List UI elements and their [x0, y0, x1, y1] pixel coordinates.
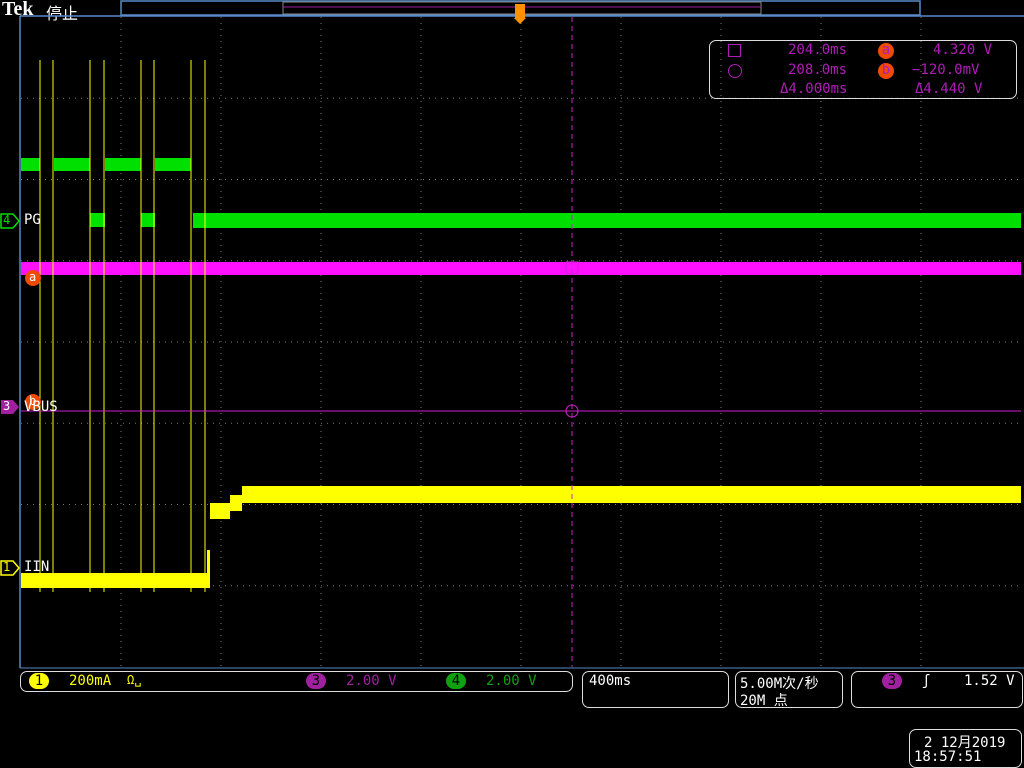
cursor-b-label: b — [29, 394, 37, 408]
ch1-label: IIN — [24, 559, 50, 575]
ch4-number: 4 — [3, 213, 11, 227]
cursor-b-voltage: −120.0mV — [912, 62, 980, 78]
time: 18:57:51 — [914, 749, 982, 765]
ch1-bandwidth-icon: Ω␣ — [127, 673, 142, 687]
ch1-badge[interactable]: 1 — [29, 673, 49, 689]
ch1-number: 1 — [3, 560, 11, 574]
timebase-panel[interactable]: 400ms — [582, 671, 729, 708]
ch1-trace — [21, 486, 1021, 588]
cursor-readout: 204.0ms 208.0ms Δ4.000ms a b 4.320 V −12… — [709, 40, 1017, 99]
ch4-scale: 2.00 V — [486, 673, 537, 689]
trigger-panel[interactable]: 3 ʃ 1.52 V — [851, 671, 1023, 708]
square-cursor-icon — [728, 44, 741, 57]
timebase-value: 400ms — [589, 673, 632, 689]
ch1-spikes — [39, 60, 206, 592]
ch3-trace — [21, 262, 1021, 275]
cursor-a-badge: a — [878, 43, 894, 59]
graticule — [21, 17, 1021, 667]
cursor-a-label: a — [29, 270, 37, 284]
acquisition-panel[interactable]: 5.00M次/秒 20M 点 — [735, 671, 843, 709]
circle-cursor-icon — [728, 64, 742, 78]
cursor-b-badge: b — [878, 63, 894, 79]
cursor-a-voltage: 4.320 V — [933, 42, 993, 58]
ch3-scale: 2.00 V — [346, 673, 397, 689]
trigger-level: 1.52 V — [964, 673, 1015, 689]
ch4-badge[interactable]: 4 — [446, 673, 466, 689]
ch3-number: 3 — [3, 399, 11, 413]
ch4-trace — [21, 158, 1021, 228]
trigger-slope-icon: ʃ — [922, 673, 931, 689]
record-length: 20M 点 — [740, 693, 788, 709]
cursor1-time: 204.0ms — [788, 42, 848, 58]
channel-scale-panel[interactable]: 1 200mA Ω␣ 3 2.00 V 4 2.00 V — [20, 671, 573, 692]
cursor2-time: 208.0ms — [788, 62, 848, 78]
ch3-badge[interactable]: 3 — [306, 673, 326, 689]
delta-time: Δ4.000ms — [780, 81, 848, 97]
datetime-panel: 2 12月2019 18:57:51 — [909, 729, 1022, 768]
trigger-position-icon — [514, 4, 526, 24]
ch1-scale: 200mA — [69, 673, 112, 689]
waveform-display[interactable] — [0, 0, 1024, 670]
ch4-label: PG — [24, 212, 41, 228]
delta-voltage: Δ4.440 V — [915, 81, 983, 97]
trigger-source-badge: 3 — [882, 673, 902, 689]
